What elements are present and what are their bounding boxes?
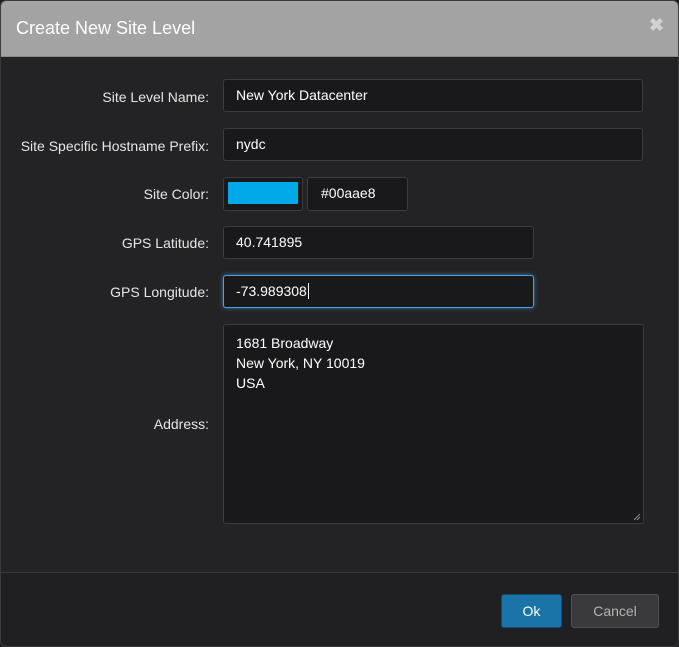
hostname-prefix-label: Site Specific Hostname Prefix: bbox=[20, 138, 209, 154]
gps-longitude-value: -73.989308 bbox=[236, 283, 307, 299]
gps-latitude-label: GPS Latitude: bbox=[121, 235, 209, 251]
hostname-prefix-input[interactable]: nydc bbox=[223, 128, 643, 161]
site-color-hex-value: #00aae8 bbox=[321, 185, 376, 201]
dialog-footer: Ok Cancel bbox=[1, 572, 678, 646]
site-level-name-value: New York Datacenter bbox=[236, 87, 368, 103]
gps-longitude-input[interactable]: -73.989308 bbox=[223, 275, 534, 308]
site-color-hex-input[interactable]: #00aae8 bbox=[307, 177, 408, 211]
address-line: USA bbox=[236, 375, 265, 391]
create-site-level-dialog: Create New Site Level ✖ Site Level Name:… bbox=[0, 0, 679, 647]
hostname-prefix-value: nydc bbox=[236, 136, 266, 152]
address-label: Address: bbox=[153, 416, 209, 432]
site-level-name-input[interactable]: New York Datacenter bbox=[223, 79, 643, 112]
address-line: 1681 Broadway bbox=[236, 335, 334, 351]
gps-latitude-input[interactable]: 40.741895 bbox=[223, 226, 534, 259]
gps-latitude-value: 40.741895 bbox=[236, 234, 303, 250]
dialog-title: Create New Site Level bbox=[16, 18, 196, 38]
site-color-picker[interactable] bbox=[223, 177, 303, 211]
site-color-swatch bbox=[228, 182, 298, 204]
dialog-body: Site Level Name: New York Datacenter Sit… bbox=[1, 57, 678, 572]
address-line: New York, NY 10019 bbox=[236, 355, 365, 371]
text-cursor bbox=[307, 283, 309, 299]
gps-longitude-label: GPS Longitude: bbox=[110, 284, 209, 300]
site-color-label: Site Color: bbox=[143, 186, 209, 202]
dialog-header: Create New Site Level ✖ bbox=[1, 1, 678, 57]
site-level-name-label: Site Level Name: bbox=[102, 89, 209, 105]
close-icon[interactable]: ✖ bbox=[649, 15, 664, 35]
resize-grip-icon[interactable] bbox=[633, 513, 641, 521]
address-textarea[interactable]: 1681 Broadway New York, NY 10019 USA bbox=[223, 324, 644, 524]
ok-button[interactable]: Ok bbox=[501, 594, 562, 628]
cancel-button[interactable]: Cancel bbox=[571, 594, 659, 628]
